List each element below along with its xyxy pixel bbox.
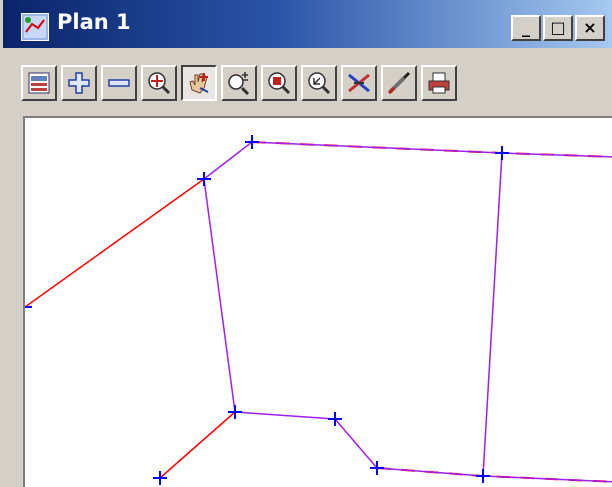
vertex-marker — [495, 146, 509, 160]
zoom-previous-icon — [308, 72, 331, 95]
fit-view-icon — [148, 72, 171, 95]
toolbar — [3, 48, 612, 116]
zoom-plus-minus-button[interactable] — [221, 65, 257, 101]
plan-drawing — [25, 135, 612, 485]
title-bar[interactable]: Plan 1 _ □ × — [3, 0, 612, 48]
plan-canvas[interactable] — [23, 116, 612, 487]
plan-window: Plan 1 _ □ × — [0, 0, 612, 487]
vertex-marker — [476, 469, 490, 483]
zoom-window-button[interactable] — [261, 65, 297, 101]
pan-hand-icon — [189, 73, 209, 94]
purple-line — [203, 141, 612, 180]
red-line — [159, 411, 236, 479]
print-icon — [428, 72, 450, 94]
red-line — [25, 178, 205, 308]
pick-button[interactable] — [381, 65, 417, 101]
pan-button[interactable] — [181, 65, 217, 101]
plan-app-icon — [21, 13, 49, 41]
purple-line — [482, 152, 503, 477]
zoom-in-button[interactable] — [61, 65, 97, 101]
intersect-button[interactable] — [341, 65, 377, 101]
intersect-icon — [348, 73, 370, 93]
maximize-button[interactable]: □ — [543, 15, 573, 41]
zoom-plus-minus-icon — [228, 72, 250, 96]
zoom-previous-button[interactable] — [301, 65, 337, 101]
zoom-in-plus-icon — [68, 72, 90, 94]
minimize-button[interactable]: _ — [511, 15, 541, 41]
zoom-out-minus-icon — [108, 79, 130, 87]
pick-icon — [387, 71, 411, 95]
plan-view-button[interactable] — [21, 65, 57, 101]
print-button[interactable] — [421, 65, 457, 101]
zoom-window-icon — [268, 72, 291, 95]
plan-view-icon — [28, 72, 50, 94]
fit-view-button[interactable] — [141, 65, 177, 101]
zoom-out-button[interactable] — [101, 65, 137, 101]
vertex-marker — [245, 135, 259, 149]
vertex-marker — [197, 172, 211, 186]
purple-line — [203, 178, 612, 483]
close-button[interactable]: × — [575, 15, 605, 41]
window-title: Plan 1 — [57, 10, 131, 34]
